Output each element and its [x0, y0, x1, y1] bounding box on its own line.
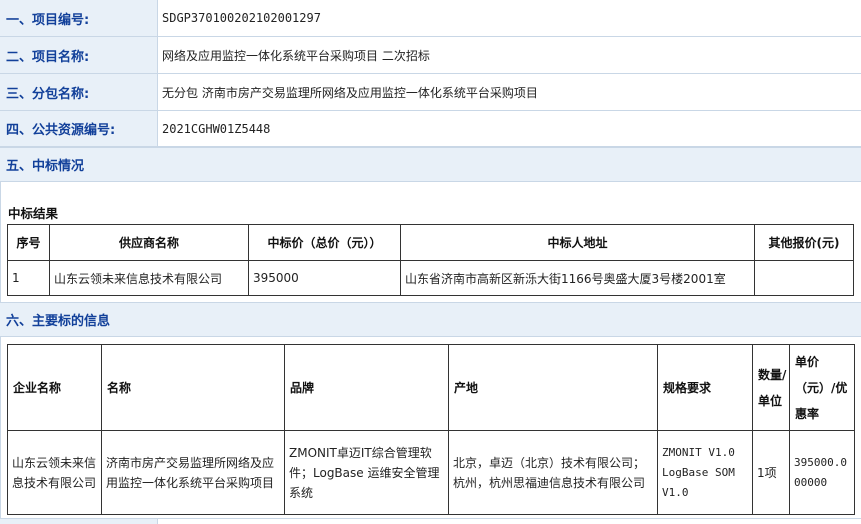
- header-quantity-unit: 数量/单位: [752, 344, 790, 431]
- table-row: 山东云领未来信息技术有限公司 济南市房产交易监理所网络及应用监控一体化系统平台采…: [7, 430, 855, 515]
- package-name-label: 三、分包名称:: [0, 74, 158, 110]
- header-winner-address: 中标人地址: [400, 224, 755, 261]
- header-company-name: 企业名称: [7, 344, 102, 431]
- public-resource-no-label: 四、公共资源编号:: [0, 111, 158, 146]
- project-name-value: 网络及应用监控一体化系统平台采购项目 二次招标: [162, 48, 430, 63]
- cell-spec: ZMONIT V1.0 LogBase SOM V1.0: [657, 430, 753, 515]
- public-resource-no-row: 四、公共资源编号: 2021CGHW01Z5448: [0, 111, 861, 147]
- project-number-row: 一、项目编号: SDGP370100202102001297: [0, 0, 861, 37]
- award-result-table: 序号 供应商名称 中标价（总价（元）） 中标人地址 其他报价(元) 1 山东云领…: [7, 224, 854, 296]
- header-item-name: 名称: [101, 344, 285, 431]
- header-unit-price: 单价（元）/优惠率: [789, 344, 855, 431]
- award-result-subtitle: 中标结果: [8, 206, 59, 221]
- project-name-label: 二、项目名称:: [0, 37, 158, 73]
- public-resource-no-value: 2021CGHW01Z5448: [162, 121, 271, 136]
- cell-company-name: 山东云领未来信息技术有限公司: [7, 430, 102, 515]
- cell-supplier-name: 山东云领未来信息技术有限公司: [49, 260, 249, 296]
- header-brand: 品牌: [284, 344, 449, 431]
- header-supplier-name: 供应商名称: [49, 224, 249, 261]
- cell-winner-address: 山东省济南市高新区新泺大街1166号奥盛大厦3号楼2001室: [400, 260, 755, 296]
- cell-winning-price: 395000: [248, 260, 401, 296]
- header-seq: 序号: [7, 224, 50, 261]
- header-spec: 规格要求: [657, 344, 753, 431]
- package-name-row: 三、分包名称: 无分包 济南市房产交易监理所网络及应用监控一体化系统平台采购项目: [0, 74, 861, 111]
- header-other-quote: 其他报价(元): [754, 224, 854, 261]
- project-number-label: 一、项目编号:: [0, 0, 158, 36]
- next-row-label-stub: [0, 519, 158, 524]
- section-award-heading: 五、中标情况: [0, 147, 861, 182]
- cell-seq: 1: [7, 260, 50, 296]
- award-table-header-row: 序号 供应商名称 中标价（总价（元）） 中标人地址 其他报价(元): [7, 224, 854, 261]
- table-row: 1 山东云领未来信息技术有限公司 395000 山东省济南市高新区新泺大街116…: [7, 260, 854, 296]
- cell-other-quote: [754, 260, 854, 296]
- cell-origin: 北京，卓迈（北京）技术有限公司；杭州，杭州思福迪信息技术有限公司: [448, 430, 658, 515]
- section-main-items-heading: 六、主要标的信息: [0, 302, 861, 337]
- header-origin: 产地: [448, 344, 658, 431]
- package-name-value: 无分包 济南市房产交易监理所网络及应用监控一体化系统平台采购项目: [162, 85, 538, 100]
- items-table-header-row: 企业名称 名称 品牌 产地 规格要求 数量/单位 单价（元）/优惠率: [7, 344, 855, 431]
- header-winning-price: 中标价（总价（元））: [248, 224, 401, 261]
- cell-quantity-unit: 1项: [752, 430, 790, 515]
- cell-item-name: 济南市房产交易监理所网络及应用监控一体化系统平台采购项目: [101, 430, 285, 515]
- cell-unit-price: 395000.000000: [789, 430, 855, 515]
- project-name-row: 二、项目名称: 网络及应用监控一体化系统平台采购项目 二次招标: [0, 37, 861, 74]
- main-items-table: 企业名称 名称 品牌 产地 规格要求 数量/单位 单价（元）/优惠率 山东云领未…: [7, 344, 855, 515]
- project-number-value: SDGP370100202102001297: [162, 11, 321, 25]
- next-row-stub: [0, 518, 861, 524]
- cell-brand: ZMONIT卓迈IT综合管理软件；LogBase 运维安全管理系统: [284, 430, 449, 515]
